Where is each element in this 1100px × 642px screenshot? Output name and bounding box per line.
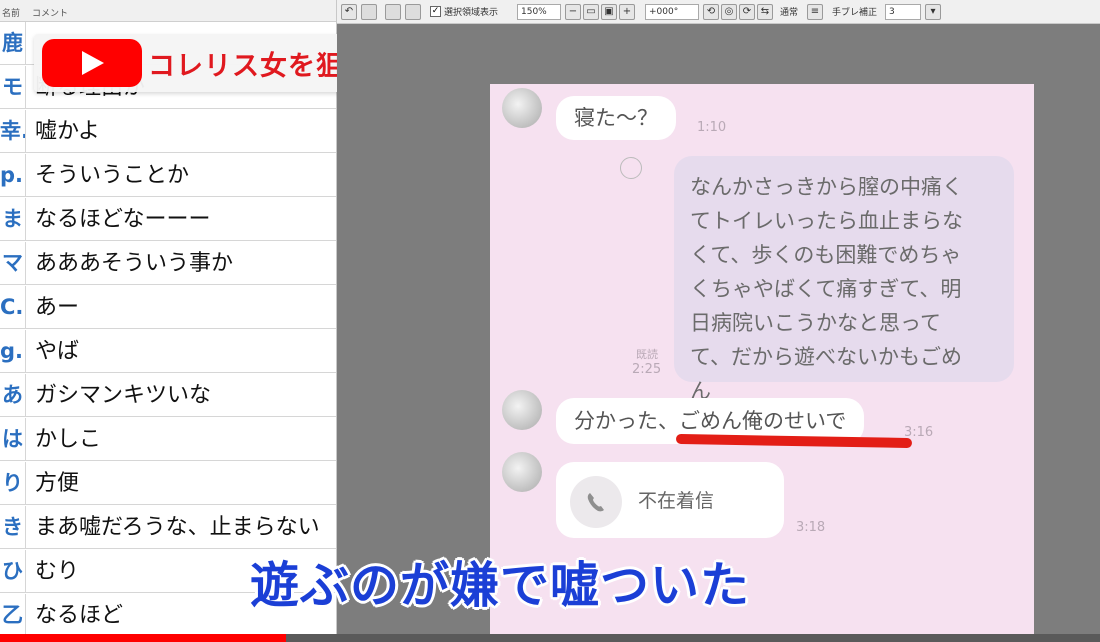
comment-text: なるほどなーーー xyxy=(35,207,211,232)
comment-row[interactable]: まなるほどなーーー xyxy=(0,198,336,241)
comment-author: モ xyxy=(0,66,26,109)
zoom-out-icon[interactable]: − xyxy=(565,4,581,20)
comment-author: ひ xyxy=(0,550,26,593)
message-3-time: 3:16 xyxy=(904,425,934,440)
video-progress-fill xyxy=(0,634,286,642)
zoom-field[interactable]: 150% xyxy=(517,4,561,20)
comment-author: マ xyxy=(0,242,26,285)
message-line: くて、歩くのも困難でめちゃ xyxy=(690,243,962,267)
missed-call-label: 不在着信 xyxy=(638,490,715,512)
tool-button-a[interactable] xyxy=(385,4,401,20)
stabilizer-spin-icon[interactable]: ▾ xyxy=(925,4,941,20)
rotate-reset-icon[interactable]: ◎ xyxy=(721,4,737,20)
comment-text: やば xyxy=(35,339,80,364)
message-2-time: 2:25 xyxy=(632,362,662,377)
zoom-reset-icon[interactable]: ▣ xyxy=(601,4,617,20)
comment-author: き xyxy=(0,506,26,549)
video-progress-bar[interactable] xyxy=(0,634,1100,642)
zoom-in-icon[interactable]: + xyxy=(619,4,635,20)
tool-button-b[interactable] xyxy=(405,4,421,20)
comment-row[interactable]: C. あー xyxy=(0,286,336,329)
missed-call-message: 不在着信 xyxy=(556,462,784,538)
comment-author: 幸. xyxy=(0,110,26,153)
comment-text: ガシマンキツいな xyxy=(35,383,212,408)
message-line: 日病院いこうかなと思って xyxy=(690,311,941,335)
rotate-right-icon[interactable]: ⟳ xyxy=(739,4,755,20)
comment-row[interactable]: きまあ嘘だろうな、止まらない xyxy=(0,506,336,549)
message-line: て、だから遊べないかもごめ xyxy=(690,345,962,369)
comment-row[interactable]: はかしこ xyxy=(0,418,336,461)
comment-row[interactable]: g. やば xyxy=(0,330,336,373)
comment-row[interactable]: p. そういうことか xyxy=(0,154,336,197)
mode-menu-icon[interactable]: ≡ xyxy=(807,4,823,20)
comment-author: g. xyxy=(0,330,26,373)
contact-avatar xyxy=(502,88,542,128)
comment-row[interactable]: り方便 xyxy=(0,462,336,505)
name-column-header: 名前 xyxy=(2,9,21,19)
message-line: くちゃやばくて痛すぎて、明 xyxy=(690,277,962,301)
zoom-fit-icon[interactable]: ▭ xyxy=(583,4,599,20)
comment-text: かしこ xyxy=(35,427,102,452)
show-selection-label: 選択領域表示 xyxy=(444,8,499,18)
comment-list-header: 名前 コメント xyxy=(0,0,336,22)
comment-row[interactable]: 幸. 嘘かよ xyxy=(0,110,336,153)
video-subtitle: 遊ぶのが嫌で嘘ついた xyxy=(250,557,751,614)
comment-author: ま xyxy=(0,198,26,241)
comment-row[interactable]: マあああそういう事か xyxy=(0,242,336,285)
rotate-left-icon[interactable]: ⟲ xyxy=(703,4,719,20)
comment-column-header: コメント xyxy=(32,9,69,19)
comment-author: あ xyxy=(0,374,26,417)
comment-text: あー xyxy=(35,295,80,320)
message-line: なんかさっきから膣の中痛く xyxy=(690,175,963,199)
stabilizer-field[interactable]: 3 xyxy=(885,4,921,20)
missed-call-time: 3:18 xyxy=(796,520,826,535)
message-line: てトイレいったら血止まらな xyxy=(690,209,963,233)
angle-field[interactable]: +000° xyxy=(645,4,699,20)
comment-text: 嘘かよ xyxy=(35,119,100,144)
contact-avatar xyxy=(502,390,542,430)
comment-text: あああそういう事か xyxy=(35,251,234,276)
read-receipt: 既読 xyxy=(636,348,658,361)
comment-author: C. xyxy=(0,286,26,329)
comment-author: は xyxy=(0,418,26,461)
phone-icon xyxy=(570,476,622,528)
flip-icon[interactable]: ⇆ xyxy=(757,4,773,20)
message-1-time: 1:10 xyxy=(697,120,727,135)
show-selection-checkbox[interactable]: ✓ xyxy=(430,6,441,17)
comment-author: p. xyxy=(0,154,26,197)
comment-author: り xyxy=(0,462,26,505)
comment-author: 乙 xyxy=(0,594,26,637)
comment-row[interactable]: あガシマンキツいな xyxy=(0,374,336,417)
undo-icon[interactable]: ↶ xyxy=(341,4,357,20)
contact-avatar xyxy=(502,452,542,492)
comment-text: 方便 xyxy=(35,471,80,496)
blend-mode-label[interactable]: 通常 xyxy=(780,5,798,18)
comment-text: まあ嘘だろうな、止まらない xyxy=(35,515,320,540)
comment-author: 鹿 xyxy=(0,22,26,65)
outgoing-message-2: なんかさっきから膣の中痛く てトイレいったら血止まらな くて、歩くのも困難でめちゃく… xyxy=(674,156,1014,403)
drawing-toolbar: ↶ ✓ 選択領域表示 150% − ▭ ▣ + +000° ⟲ ◎ ⟳ ⇆ 通常… xyxy=(337,0,1100,24)
youtube-logo-icon xyxy=(42,39,142,87)
stabilizer-label: 手ブレ補正 xyxy=(832,8,878,18)
reply-icon xyxy=(620,157,642,179)
comment-text: そういうことか xyxy=(35,163,190,188)
outgoing-message-2-text: なんかさっきから膣の中痛く てトイレいったら血止まらな くて、歩くのも困難でめちゃく… xyxy=(690,170,998,408)
redo-icon[interactable] xyxy=(361,4,377,20)
incoming-message-1: 寝た〜？ xyxy=(556,96,676,140)
